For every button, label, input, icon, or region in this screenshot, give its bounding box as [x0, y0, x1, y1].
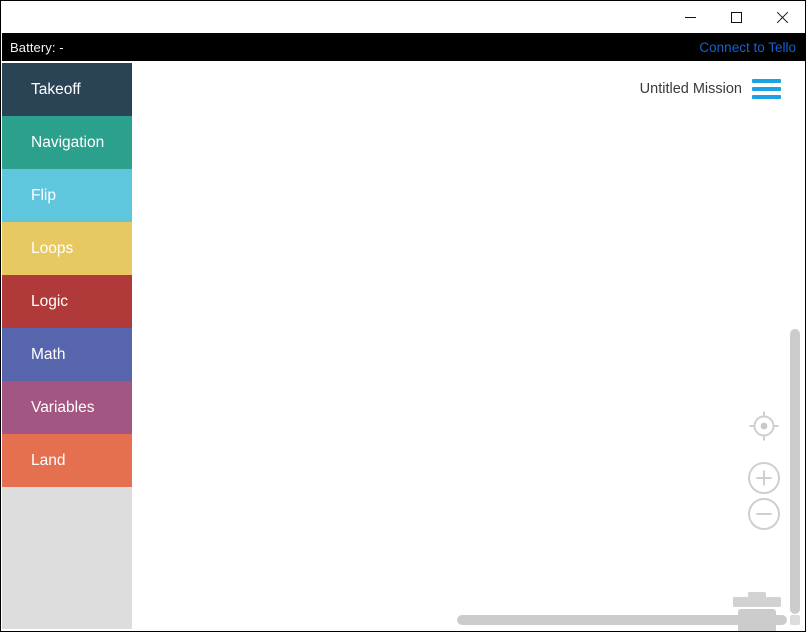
trash-icon[interactable]: [729, 591, 785, 631]
blockly-toolbox: Takeoff Navigation Flip Loops Logic Math…: [2, 63, 132, 629]
main-content: Takeoff Navigation Flip Loops Logic Math…: [2, 61, 805, 631]
toolbox-category-label: Takeoff: [31, 80, 81, 98]
scrollbar-corner: [790, 615, 800, 625]
minimize-icon: [684, 16, 696, 18]
vertical-scrollbar-thumb[interactable]: [790, 329, 800, 614]
toolbox-category-label: Navigation: [31, 133, 105, 151]
hamburger-icon[interactable]: [752, 79, 781, 99]
toolbox-category-loops[interactable]: Loops: [2, 222, 132, 275]
window-titlebar: [1, 1, 805, 33]
mission-title: Untitled Mission: [639, 81, 742, 97]
toolbox-category-takeoff[interactable]: Takeoff: [2, 63, 132, 116]
window-close-button[interactable]: [759, 1, 805, 33]
window-minimize-button[interactable]: [667, 1, 713, 33]
toolbox-category-variables[interactable]: Variables: [2, 381, 132, 434]
toolbox-category-label: Variables: [31, 398, 95, 416]
close-icon: [776, 11, 789, 24]
toolbox-category-label: Land: [31, 451, 66, 469]
battery-status-label: Battery: -: [10, 39, 64, 55]
crosshair-target-icon[interactable]: [747, 409, 781, 443]
toolbox-category-logic[interactable]: Logic: [2, 275, 132, 328]
toolbox-category-label: Logic: [31, 292, 69, 310]
toolbox-category-label: Math: [31, 345, 66, 363]
minus-circle-icon[interactable]: [747, 497, 781, 531]
hamburger-bar: [752, 79, 781, 83]
toolbox-category-flip[interactable]: Flip: [2, 169, 132, 222]
horizontal-scrollbar-thumb[interactable]: [457, 615, 787, 625]
toolbox-category-label: Flip: [31, 186, 56, 204]
status-bar: Battery: - Connect to Tello: [2, 33, 805, 61]
plus-circle-icon[interactable]: [747, 461, 781, 495]
titlebar-drag-region[interactable]: [1, 1, 667, 33]
mission-header: Untitled Mission: [640, 79, 781, 99]
connect-to-tello-link[interactable]: Connect to Tello: [699, 40, 796, 55]
blockly-workspace[interactable]: Untitled Mission: [132, 61, 805, 631]
hamburger-bar: [752, 95, 781, 99]
hamburger-bar: [752, 87, 781, 91]
vertical-scrollbar[interactable]: [790, 61, 800, 631]
horizontal-scrollbar[interactable]: [132, 615, 805, 625]
maximize-icon: [730, 11, 742, 23]
toolbox-category-land[interactable]: Land: [2, 434, 132, 487]
window-maximize-button[interactable]: [713, 1, 759, 33]
toolbox-category-navigation[interactable]: Navigation: [2, 116, 132, 169]
toolbox-category-math[interactable]: Math: [2, 328, 132, 381]
workspace-controls: [747, 409, 781, 531]
app-window: Battery: - Connect to Tello Takeoff Navi…: [0, 0, 806, 632]
toolbox-category-label: Loops: [31, 239, 74, 257]
